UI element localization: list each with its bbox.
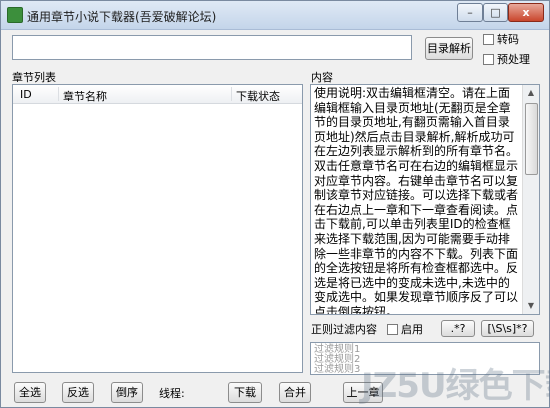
watermark: JZ5U绿色下载 [361,366,550,406]
transcode-checkbox[interactable]: 转码 [483,31,519,47]
preprocess-checkbox-box[interactable] [483,53,494,65]
invert-selection-button[interactable]: 反选 [62,382,94,403]
scroll-up-icon[interactable]: ▲ [523,85,539,101]
maximize-button[interactable]: □ [483,3,508,22]
content-text: 使用说明:双击编辑框清空。请在上面编辑框输入目录页地址(无翻页是全章节的目录页地… [314,86,519,315]
app-icon [7,7,23,23]
content-scrollbar[interactable]: ▲ ▼ [522,85,539,314]
content-textbox[interactable]: 使用说明:双击编辑框清空。请在上面编辑框输入目录页地址(无翻页是全章节的目录页地… [310,84,540,315]
column-divider [231,87,232,101]
merge-button[interactable]: 合并 [279,382,311,403]
column-divider [58,87,59,101]
threads-label: 线程: [159,387,185,400]
reverse-order-button[interactable]: 倒序 [111,382,143,403]
chapter-list-title: 章节列表 [12,71,56,84]
scroll-down-icon[interactable]: ▼ [523,298,539,314]
window-title: 通用章节小说下载器(吾爱破解论坛) [27,10,217,24]
regex-pattern-2-button[interactable]: [\S\s]*? [481,320,534,337]
column-chapter-name[interactable]: 章节名称 [63,88,107,104]
regex-enable-checkbox[interactable]: 启用 [387,321,423,337]
minimize-button[interactable]: – [457,3,483,22]
transcode-label: 转码 [497,33,519,46]
filter-rule-3: 过滤规则3 [314,364,361,375]
column-download-status[interactable]: 下载状态 [236,88,280,104]
close-button[interactable]: x [508,3,544,22]
select-all-button[interactable]: 全选 [14,382,46,403]
scroll-thumb[interactable] [525,103,538,175]
transcode-checkbox-box[interactable] [483,33,494,45]
main-window: 通用章节小说下载器(吾爱破解论坛) – □ x 目录解析 转码 预处理 章节列表… [0,0,550,408]
url-input[interactable] [12,35,412,60]
parse-directory-button[interactable]: 目录解析 [425,37,473,60]
chapter-list[interactable]: ID 章节名称 下载状态 [12,84,303,373]
preprocess-checkbox[interactable]: 预处理 [483,51,530,67]
content-title: 内容 [311,71,333,84]
title-bar: 通用章节小说下载器(吾爱破解论坛) – □ x [1,1,549,30]
chapter-list-header: ID 章节名称 下载状态 [13,85,302,104]
regex-filter-label: 正则过滤内容 [311,323,377,336]
column-id[interactable]: ID [20,88,32,101]
regex-enable-label: 启用 [401,323,423,336]
regex-enable-checkbox-box[interactable] [387,323,398,335]
preprocess-label: 预处理 [497,53,530,66]
download-button[interactable]: 下载 [228,382,262,403]
regex-pattern-1-button[interactable]: .*? [441,320,475,337]
